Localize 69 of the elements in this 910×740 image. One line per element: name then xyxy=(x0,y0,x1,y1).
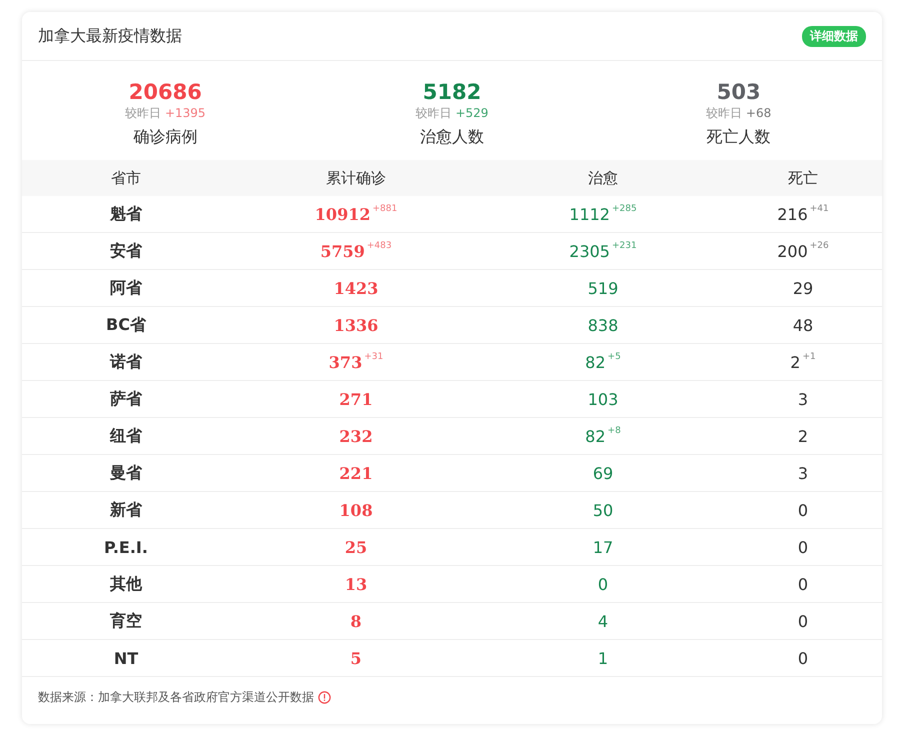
death-count: 216$^{+41}$ xyxy=(777,204,829,224)
confirmed-count: 373$^{+31}$ xyxy=(328,352,384,372)
stat-label: 确诊病例 xyxy=(133,127,198,148)
death-count: 3 xyxy=(798,464,808,482)
confirmed-count: 5759$^{+483}$ xyxy=(320,242,392,260)
confirmed-count: 108 xyxy=(339,500,373,520)
stat-change: 较昨日 +68 xyxy=(706,105,772,121)
cured-count: 69 xyxy=(592,464,614,482)
province-name: 纽省 xyxy=(110,426,142,446)
death-count: 0 xyxy=(798,500,808,520)
confirmed-count: 5 xyxy=(350,648,362,668)
province-name: 萨省 xyxy=(110,388,142,410)
province-name: 阿省 xyxy=(110,278,142,298)
cured-count: 519 xyxy=(588,278,618,298)
confirmed-count: 221 xyxy=(339,464,373,482)
cured-count: 103 xyxy=(588,390,618,408)
cured-count: 0 xyxy=(598,574,608,594)
panel-title: 加拿大最新疫情数据 xyxy=(38,26,182,46)
stat-change: 较昨日 +529 xyxy=(416,105,488,121)
column-header: 治愈 xyxy=(587,168,619,188)
province-name: 其他 xyxy=(110,574,142,594)
stat-label: 治愈人数 xyxy=(420,127,484,148)
province-name: NT xyxy=(114,648,138,668)
province-name: BC省 xyxy=(106,314,146,336)
cured-count: 50 xyxy=(592,500,614,520)
stat-label: 死亡人数 xyxy=(706,127,771,148)
column-header: 省市 xyxy=(110,168,142,188)
cured-count: 4 xyxy=(598,612,608,630)
stat-change: 较昨日 +1395 xyxy=(125,105,206,121)
death-count: 48 xyxy=(792,316,814,334)
confirmed-count: 13 xyxy=(344,574,368,594)
death-count: 3 xyxy=(798,390,808,408)
detail-button[interactable]: 详细数据 xyxy=(802,26,866,46)
death-count: 2$^{+1}$ xyxy=(790,352,816,372)
province-name: 新省 xyxy=(110,500,142,520)
confirmed-count: 8 xyxy=(350,612,362,630)
death-count: 29 xyxy=(792,278,814,298)
cured-count: 1 xyxy=(598,648,608,668)
cured-count: 82$^{+8}$ xyxy=(585,426,621,446)
cured-count: 17 xyxy=(592,538,614,556)
province-name: P.E.I. xyxy=(104,538,148,556)
province-name: 育空 xyxy=(110,610,142,632)
death-count: 0 xyxy=(798,612,808,630)
death-count: 200$^{+26}$ xyxy=(777,242,829,260)
stat-value: 20686 xyxy=(128,79,202,105)
province-name: 安省 xyxy=(110,240,142,262)
column-header: 死亡 xyxy=(787,168,819,188)
stat-value: 5182 xyxy=(422,79,482,105)
column-header: 累计确诊 xyxy=(325,168,387,188)
confirmed-count: 271 xyxy=(339,390,373,408)
cured-count: 838 xyxy=(588,316,618,334)
province-name: 魁省 xyxy=(110,204,142,224)
stat-value: 503 xyxy=(716,79,761,105)
data-source-note: 数据来源：加拿大联邦及各省政府官方渠道公开数据 xyxy=(38,689,314,706)
death-count: 0 xyxy=(798,648,808,668)
confirmed-count: 25 xyxy=(344,538,368,556)
cured-count: 2305$^{+231}$ xyxy=(569,242,637,260)
confirmed-count: 232 xyxy=(339,426,373,446)
province-name: 曼省 xyxy=(110,462,142,484)
death-count: 0 xyxy=(798,538,808,556)
confirmed-count: 1423 xyxy=(334,278,378,298)
cured-count: 1112$^{+285}$ xyxy=(569,204,637,224)
cured-count: 82$^{+5}$ xyxy=(585,352,621,372)
info-icon[interactable] xyxy=(318,691,331,704)
province-name: 诺省 xyxy=(110,352,142,372)
confirmed-count: 1336 xyxy=(334,316,378,334)
death-count: 2 xyxy=(798,426,808,446)
death-count: 0 xyxy=(798,574,808,594)
confirmed-count: 10912$^{+881}$ xyxy=(314,204,398,224)
